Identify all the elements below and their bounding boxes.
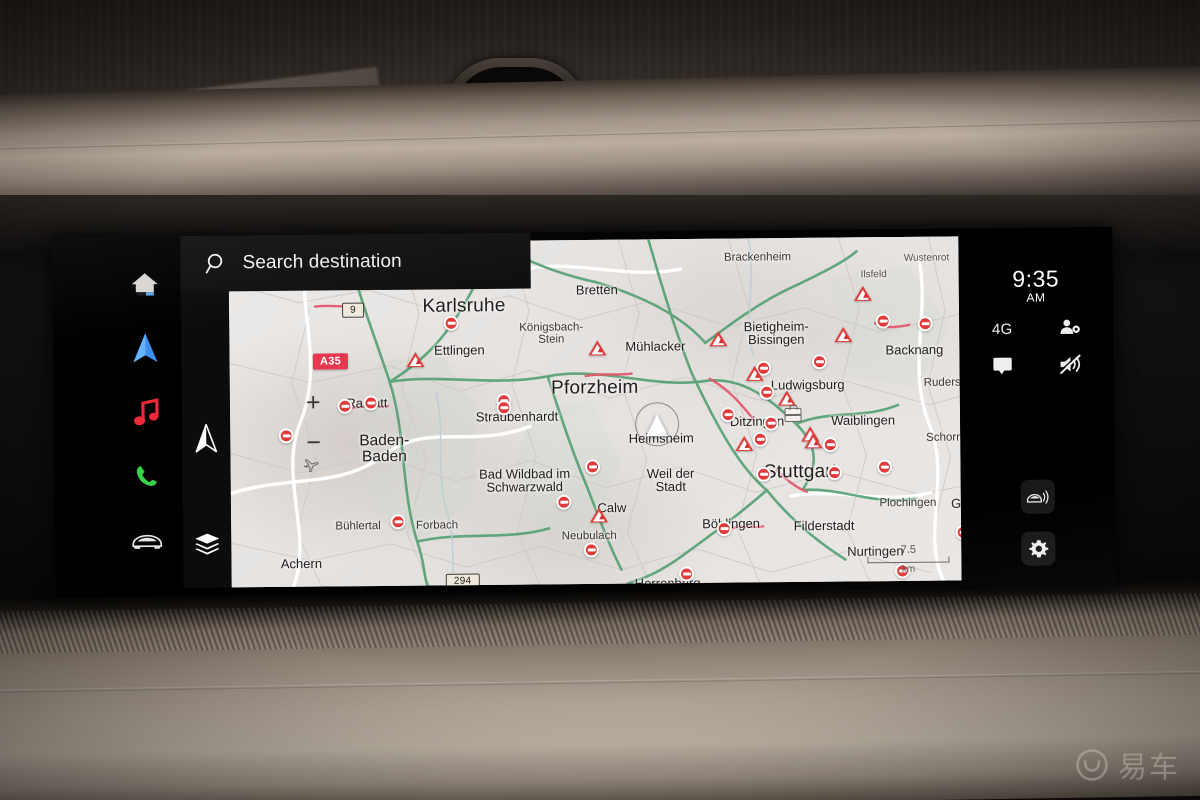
map-layers-button[interactable]	[194, 532, 220, 559]
navigation-arrow-icon	[133, 333, 158, 363]
road-closed-marker[interactable]	[756, 466, 772, 482]
road-closed-marker[interactable]	[496, 400, 512, 416]
road-closed-marker[interactable]	[443, 315, 459, 331]
traffic-warning-marker[interactable]: ▲	[745, 365, 764, 381]
search-destination-bar[interactable]: Search destination	[180, 232, 531, 292]
clock-time: 9:35	[1012, 265, 1060, 292]
road-closed-marker[interactable]	[875, 313, 891, 329]
road-closed-marker[interactable]	[556, 494, 572, 510]
layers-icon	[195, 533, 220, 555]
status-icon-grid: 4G	[977, 317, 1096, 380]
road-closed-marker[interactable]	[716, 521, 732, 537]
sidebar-item-media[interactable]	[126, 392, 166, 432]
infotainment-display[interactable]: KarlsruhePforzheimStuttgartStutenseeBret…	[52, 226, 1116, 598]
road-closed-marker[interactable]	[759, 384, 775, 400]
road-closed-marker[interactable]	[763, 415, 779, 431]
road-closed-marker[interactable]	[363, 395, 379, 411]
zoom-out-button[interactable]: −	[306, 429, 321, 457]
road-closed-marker[interactable]	[876, 459, 893, 475]
vehicle-position-marker	[634, 402, 680, 447]
compass-button[interactable]	[195, 423, 218, 459]
sidebar-item-home[interactable]	[125, 264, 165, 304]
clock: 9:35 AM	[959, 265, 1113, 305]
map-scale-bar: 7.5 km	[867, 543, 950, 575]
sidebar-item-navigation[interactable]	[125, 328, 165, 368]
search-input-placeholder[interactable]: Search destination	[242, 251, 401, 275]
traffic-warning-marker[interactable]: ▲	[853, 285, 872, 301]
parking-sensor-icon	[1026, 489, 1049, 504]
search-icon	[205, 253, 223, 274]
car-icon	[132, 534, 163, 549]
user-settings-icon[interactable]	[1059, 317, 1081, 340]
traffic-warning-marker[interactable]: ▲	[735, 435, 754, 452]
music-note-icon	[134, 398, 159, 426]
traffic-warning-marker[interactable]: ▲	[834, 326, 853, 343]
phone-icon	[136, 465, 157, 486]
speaker-muted-icon[interactable]	[1058, 353, 1082, 379]
airport-icon	[302, 457, 319, 479]
map-poi-marker[interactable]	[784, 407, 802, 423]
clock-meridiem: AM	[1026, 290, 1046, 305]
watermark: 易车	[1075, 744, 1180, 786]
traffic-warning-marker[interactable]: ▲	[588, 340, 607, 356]
status-rail: 9:35 AM 4G	[958, 234, 1116, 581]
road-shield: 294	[445, 573, 480, 588]
traffic-warning-marker[interactable]: ▲	[406, 352, 425, 368]
road-closed-marker[interactable]	[678, 566, 695, 582]
road-closed-marker[interactable]	[720, 407, 736, 423]
road-closed-marker[interactable]	[278, 428, 294, 444]
watermark-text: 易车	[1117, 750, 1180, 784]
traffic-warning-marker[interactable]: ▲	[709, 331, 728, 347]
scale-value: 7.5	[900, 543, 917, 556]
road-closed-marker[interactable]	[822, 437, 838, 453]
sidebar-item-phone[interactable]	[126, 456, 166, 496]
zoom-in-button[interactable]: +	[306, 389, 321, 417]
watermark-logo-icon	[1076, 749, 1108, 781]
road-closed-marker[interactable]	[827, 465, 843, 481]
settings-button[interactable]	[1021, 531, 1056, 566]
compass-arrow-icon	[195, 423, 218, 453]
home-icon	[131, 273, 158, 296]
road-closed-marker[interactable]	[752, 431, 768, 447]
park-assist-button[interactable]	[1020, 479, 1055, 514]
road-closed-marker[interactable]	[390, 514, 406, 530]
road-shield: A35	[312, 353, 349, 370]
traffic-warning-marker[interactable]: ▲	[777, 390, 796, 406]
message-icon[interactable]	[991, 355, 1013, 379]
network-type-label: 4G	[991, 320, 1013, 339]
road-closed-marker[interactable]	[584, 459, 601, 475]
app-rail[interactable]	[112, 244, 179, 589]
sidebar-item-vehicle[interactable]	[127, 520, 167, 560]
scale-unit: km	[901, 563, 916, 575]
traffic-warning-marker[interactable]: ▲	[589, 507, 609, 523]
car-interior-scene: KarlsruhePforzheimStuttgartStutenseeBret…	[0, 0, 1200, 800]
road-closed-marker[interactable]	[917, 316, 933, 332]
road-shield: 9	[342, 302, 365, 318]
quick-tiles[interactable]	[961, 479, 1116, 566]
road-closed-marker[interactable]	[811, 354, 828, 370]
traffic-warning-marker[interactable]: ▲	[804, 433, 823, 449]
map-side-strip	[180, 243, 232, 588]
road-closed-marker[interactable]	[583, 542, 599, 558]
gear-icon	[1028, 539, 1048, 557]
road-closed-marker[interactable]	[337, 398, 353, 414]
